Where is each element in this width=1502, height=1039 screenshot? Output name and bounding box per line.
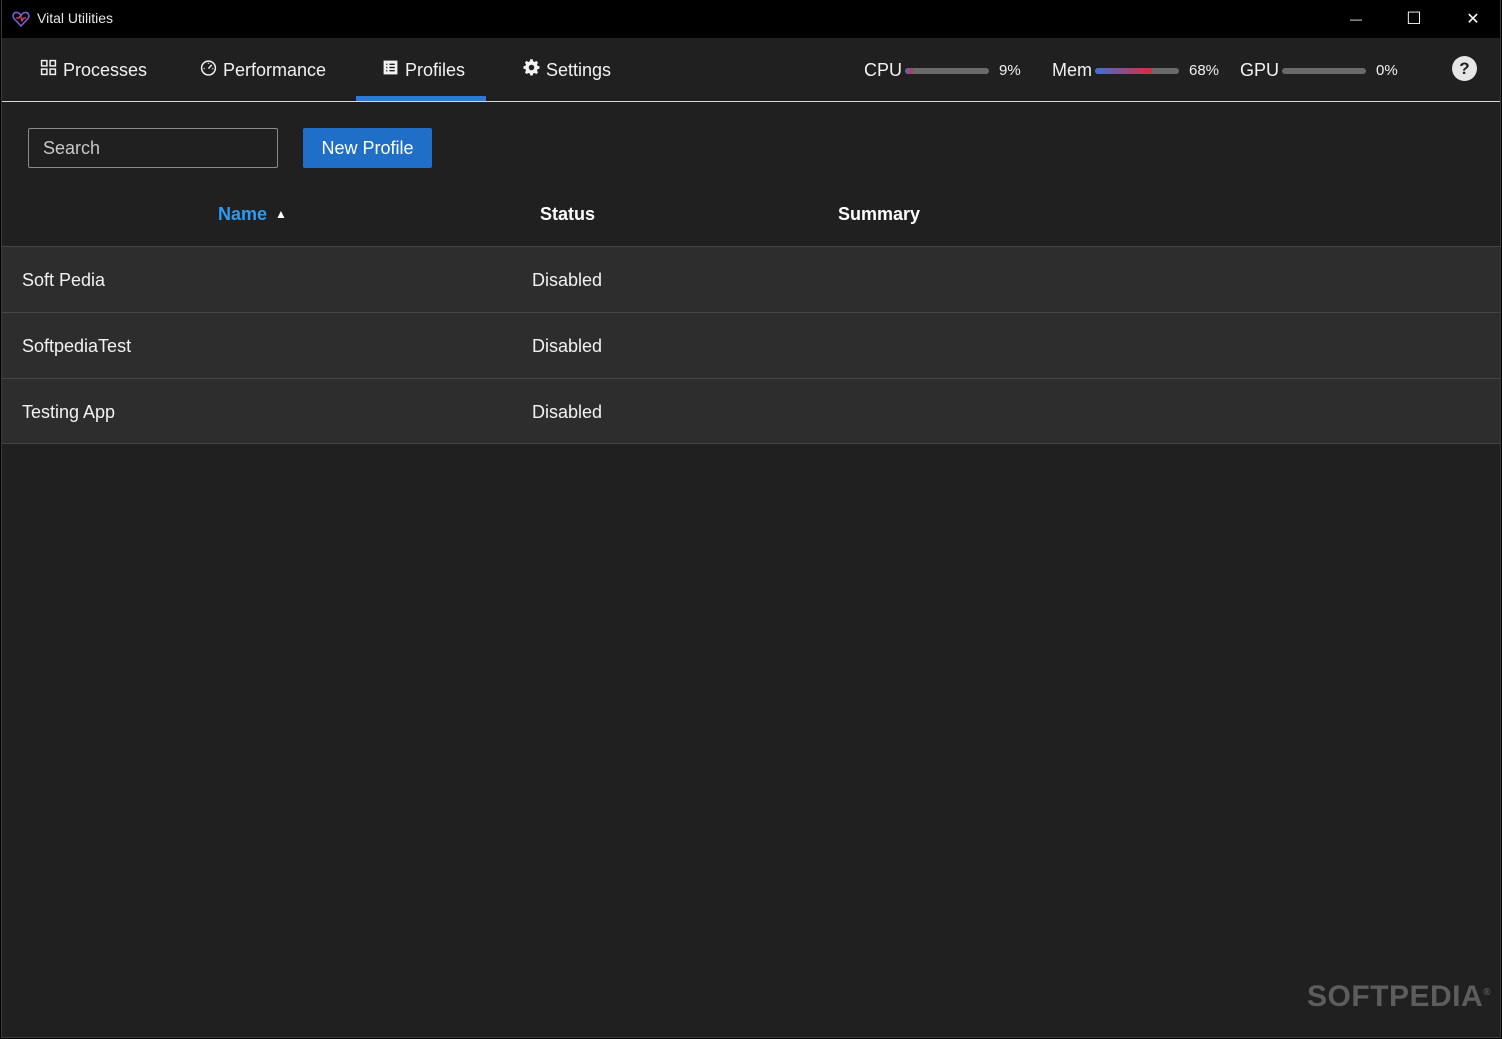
- tab-label: Settings: [546, 59, 612, 80]
- column-header-label: Status: [540, 203, 596, 224]
- cpu-meter: CPU 9%: [864, 38, 1021, 102]
- table-row[interactable]: Testing App Disabled: [2, 378, 1500, 444]
- registered-mark: ®: [1483, 987, 1492, 998]
- minimize-button[interactable]: —: [1327, 0, 1385, 38]
- mem-label: Mem: [1052, 59, 1092, 80]
- maximize-button[interactable]: ☐: [1385, 0, 1443, 38]
- gauge-icon: [200, 59, 217, 81]
- profile-name: Testing App: [22, 401, 116, 422]
- mem-bar: [1095, 68, 1179, 74]
- softpedia-watermark: SOFTPEDIA®: [1307, 980, 1491, 1014]
- minimize-icon: —: [1350, 12, 1362, 26]
- window-title: Vital Utilities: [37, 10, 113, 26]
- watermark-text: SOFTPEDIA: [1307, 980, 1484, 1013]
- tab-label: Processes: [63, 59, 148, 80]
- search-input[interactable]: [28, 128, 278, 168]
- profile-status: Disabled: [532, 269, 603, 290]
- tab-profiles[interactable]: Profiles: [382, 38, 465, 102]
- cpu-value: 9%: [999, 61, 1021, 79]
- column-header-summary[interactable]: Summary: [838, 182, 920, 246]
- sort-ascending-icon: ▲: [275, 207, 287, 221]
- gpu-meter: GPU 0%: [1240, 38, 1398, 102]
- column-header-label: Name: [218, 203, 268, 224]
- grid-icon: [40, 59, 57, 81]
- profile-name: SoftpediaTest: [22, 335, 132, 356]
- nav-bar: Processes Performance Profiles Settings: [2, 38, 1500, 102]
- tab-label: Profiles: [405, 59, 466, 80]
- new-profile-button[interactable]: New Profile: [303, 128, 432, 168]
- profile-status: Disabled: [532, 401, 603, 422]
- heart-logo-icon: [12, 10, 30, 28]
- title-bar[interactable]: Vital Utilities — ☐ ✕: [2, 0, 1500, 38]
- list-icon: [382, 59, 399, 81]
- table-header: Name ▲ Status Summary: [2, 182, 1500, 246]
- gpu-value: 0%: [1376, 61, 1398, 79]
- profiles-table: Soft Pedia Disabled SoftpediaTest Disabl…: [2, 246, 1500, 444]
- cpu-bar-fill: [905, 68, 913, 74]
- gpu-bar: [1282, 68, 1367, 74]
- table-row[interactable]: SoftpediaTest Disabled: [2, 312, 1500, 378]
- help-icon[interactable]: ?: [1452, 56, 1477, 81]
- gpu-label: GPU: [1240, 59, 1280, 80]
- column-header-label: Summary: [838, 203, 921, 224]
- cpu-label: CPU: [864, 59, 903, 80]
- column-header-name[interactable]: Name ▲: [218, 182, 287, 246]
- active-tab-indicator: [356, 96, 486, 101]
- table-row[interactable]: Soft Pedia Disabled: [2, 246, 1500, 312]
- tab-settings[interactable]: Settings: [523, 38, 611, 102]
- tab-processes[interactable]: Processes: [40, 38, 147, 102]
- app-window: Vital Utilities — ☐ ✕ Processes Performa…: [1, 0, 1501, 1038]
- tab-performance[interactable]: Performance: [200, 38, 326, 102]
- close-button[interactable]: ✕: [1444, 0, 1502, 38]
- gear-icon: [523, 59, 540, 81]
- tab-label: Performance: [223, 59, 327, 80]
- cpu-bar: [905, 68, 990, 74]
- mem-value: 68%: [1189, 61, 1220, 79]
- mem-bar-fill: [1095, 68, 1153, 74]
- column-header-status[interactable]: Status: [540, 182, 595, 246]
- maximize-icon: ☐: [1406, 9, 1422, 28]
- close-icon: ✕: [1466, 11, 1480, 28]
- profile-status: Disabled: [532, 335, 603, 356]
- mem-meter: Mem 68%: [1052, 38, 1219, 102]
- profile-name: Soft Pedia: [22, 269, 106, 290]
